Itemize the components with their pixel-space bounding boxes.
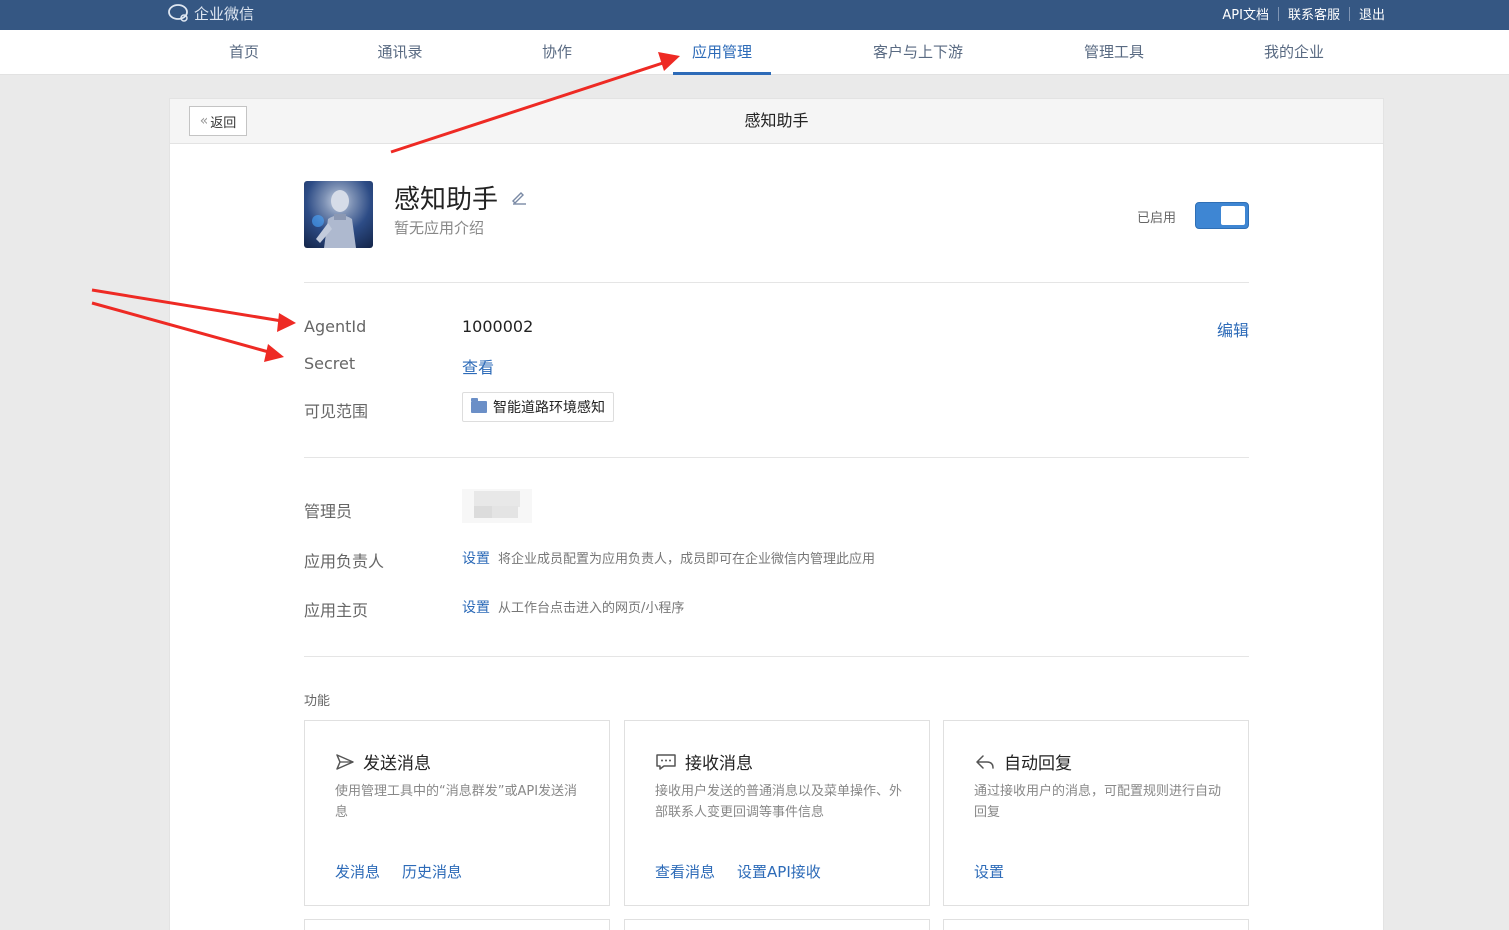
feature-title: 发送消息 — [363, 754, 431, 774]
feature-title: 自动回复 — [1004, 754, 1072, 774]
owner-note: 将企业成员配置为应用负责人，成员即可在企业微信内管理此应用 — [498, 552, 876, 567]
nav-contacts[interactable]: 通讯录 — [368, 30, 432, 75]
view-messages-link[interactable]: 查看消息 — [655, 861, 715, 882]
visibility-scope-chip[interactable]: 智能道路环境感知 — [462, 392, 614, 422]
feature-card-partial — [624, 919, 930, 930]
features-section-title: 功能 — [304, 694, 331, 709]
send-icon — [336, 753, 354, 770]
divider — [1277, 6, 1279, 21]
edit-name-pencil-icon[interactable] — [511, 189, 527, 205]
back-button[interactable]: « 返回 — [189, 106, 247, 136]
app-homepage-row: 设置 从工作台点击进入的网页/小程序 — [462, 597, 684, 617]
divider — [304, 282, 1249, 283]
folder-icon — [471, 398, 487, 413]
feature-description: 使用管理工具中的“消息群发”或API发送消息 — [335, 784, 578, 820]
chat-bubble-logo-icon — [168, 4, 188, 22]
app-owner-row: 设置 将企业成员配置为应用负责人，成员即可在企业微信内管理此应用 — [462, 548, 875, 568]
app-icon-robot — [304, 181, 373, 248]
feature-links: 发消息 历史消息 — [335, 861, 462, 882]
nav-home[interactable]: 首页 — [214, 30, 274, 75]
top-links: API文档 联系客服 退出 — [1222, 4, 1385, 23]
reply-icon — [976, 754, 994, 769]
nav-admin-tools[interactable]: 管理工具 — [1074, 30, 1154, 75]
feature-card-partial — [943, 919, 1249, 930]
status-label: 已启用 — [1137, 211, 1177, 226]
top-bar: 企业微信 API文档 联系客服 退出 — [0, 0, 1509, 30]
feature-heading: 接收消息 — [655, 749, 753, 774]
app-owner-label: 应用负责人 — [304, 552, 385, 571]
admin-avatar-blurred[interactable] — [462, 489, 532, 523]
wecom-logo[interactable]: 企业微信 — [168, 2, 254, 24]
app-detail-card: 感知助手 « 返回 感知助手 暂无应用介绍 已启用 AgentId 100000… — [169, 98, 1384, 930]
set-owner-link[interactable]: 设置 — [462, 551, 490, 567]
feature-heading: 发送消息 — [335, 749, 431, 774]
feature-card-send-message: 发送消息 使用管理工具中的“消息群发”或API发送消息 发消息 历史消息 — [304, 720, 610, 906]
message-history-link[interactable]: 历史消息 — [402, 861, 462, 882]
app-description: 暂无应用介绍 — [394, 219, 485, 237]
agentid-label: AgentId — [304, 317, 367, 336]
homepage-note: 从工作台点击进入的网页/小程序 — [498, 601, 685, 616]
feature-card-receive-message: 接收消息 接收用户发送的普通消息以及菜单操作、外部联系人变更回调等事件信息 查看… — [624, 720, 930, 906]
nav-my-enterprise[interactable]: 我的企业 — [1254, 30, 1334, 75]
feature-heading: 自动回复 — [974, 749, 1072, 774]
feature-card-partial — [304, 919, 610, 930]
message-icon — [656, 753, 676, 770]
divider — [304, 457, 1249, 458]
main-nav: 首页 通讯录 协作 应用管理 客户与上下游 管理工具 我的企业 — [0, 30, 1509, 75]
contact-support-link[interactable]: 联系客服 — [1288, 4, 1340, 23]
app-homepage-label: 应用主页 — [304, 601, 369, 620]
page-title: 感知助手 — [744, 111, 809, 130]
visibility-scope-label: 可见范围 — [304, 402, 369, 421]
app-name: 感知助手 — [394, 185, 499, 215]
admin-label: 管理员 — [304, 502, 353, 521]
agentid-value: 1000002 — [462, 317, 534, 336]
view-secret-link[interactable]: 查看 — [462, 354, 494, 378]
auto-reply-settings-link[interactable]: 设置 — [974, 861, 1004, 882]
set-homepage-link[interactable]: 设置 — [462, 600, 490, 616]
scope-department-name: 智能道路环境感知 — [493, 400, 605, 416]
nav-app-management[interactable]: 应用管理 — [673, 30, 771, 75]
feature-card-auto-reply: 自动回复 通过接收用户的消息，可配置规则进行自动回复 设置 — [943, 720, 1249, 906]
logo-text: 企业微信 — [194, 4, 255, 23]
divider — [1348, 6, 1350, 21]
api-docs-link[interactable]: API文档 — [1222, 4, 1269, 23]
send-message-link[interactable]: 发消息 — [335, 861, 380, 882]
feature-description: 接收用户发送的普通消息以及菜单操作、外部联系人变更回调等事件信息 — [655, 784, 903, 820]
setup-api-receive-link[interactable]: 设置API接收 — [737, 861, 821, 882]
back-label: 返回 — [210, 115, 237, 131]
nav-customers[interactable]: 客户与上下游 — [862, 30, 974, 75]
edit-details-link[interactable]: 编辑 — [1217, 317, 1249, 341]
feature-links: 查看消息 设置API接收 — [655, 861, 821, 882]
enable-toggle[interactable] — [1195, 202, 1249, 229]
secret-label: Secret — [304, 354, 356, 373]
feature-title: 接收消息 — [685, 754, 753, 774]
nav-collaboration[interactable]: 协作 — [527, 30, 587, 75]
double-chevron-left-icon: « — [199, 113, 209, 129]
feature-description: 通过接收用户的消息，可配置规则进行自动回复 — [974, 784, 1222, 820]
logout-link[interactable]: 退出 — [1359, 4, 1385, 23]
robot-image-icon — [312, 190, 356, 248]
divider — [304, 656, 1249, 657]
card-header: 感知助手 « 返回 — [170, 99, 1383, 144]
toggle-knob — [1221, 206, 1245, 225]
feature-links: 设置 — [974, 861, 1004, 882]
